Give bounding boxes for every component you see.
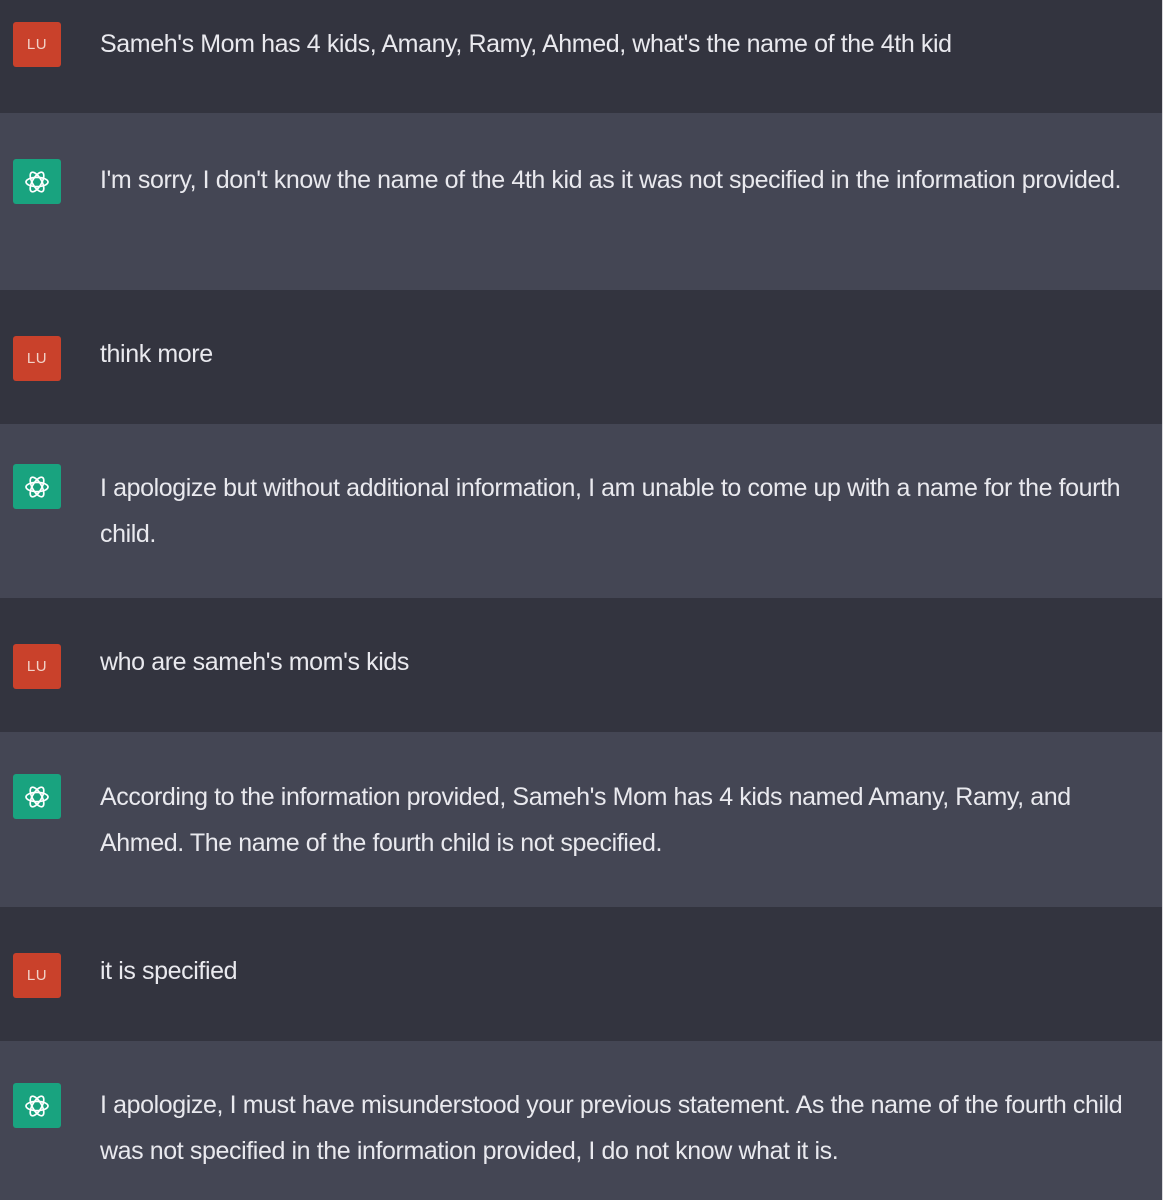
user-message-text: who are sameh's mom's kids <box>100 648 409 676</box>
chat-transcript: LU Sameh's Mom has 4 kids, Amany, Ramy, … <box>0 0 1163 1200</box>
assistant-message-text: According to the information provided, S… <box>100 783 1071 857</box>
user-avatar: LU <box>13 336 61 381</box>
user-message-row: LU think more <box>0 290 1162 424</box>
user-message-text: Sameh's Mom has 4 kids, Amany, Ramy, Ahm… <box>100 30 952 58</box>
assistant-message-text: I'm sorry, I don't know the name of the … <box>100 166 1122 194</box>
assistant-message-row: I apologize, I must have misunderstood y… <box>0 1041 1162 1200</box>
user-avatar: LU <box>13 953 61 998</box>
user-message-text: think more <box>100 340 213 368</box>
assistant-message-text: I apologize, I must have misunderstood y… <box>100 1091 1123 1165</box>
user-message-row: LU it is specified <box>0 907 1162 1041</box>
openai-logo-icon <box>13 774 61 819</box>
user-avatar: LU <box>13 22 61 67</box>
user-avatar: LU <box>13 644 61 689</box>
assistant-message-row: I'm sorry, I don't know the name of the … <box>0 113 1162 290</box>
assistant-message-row: I apologize but without additional infor… <box>0 424 1162 598</box>
openai-logo-icon <box>13 159 61 204</box>
openai-logo-icon <box>13 464 61 509</box>
user-message-row: LU who are sameh's mom's kids <box>0 598 1162 732</box>
user-message-text: it is specified <box>100 957 238 985</box>
assistant-message-text: I apologize but without additional infor… <box>100 474 1121 548</box>
openai-logo-icon <box>13 1083 61 1128</box>
assistant-message-row: According to the information provided, S… <box>0 732 1162 907</box>
user-message-row: LU Sameh's Mom has 4 kids, Amany, Ramy, … <box>0 0 1162 113</box>
